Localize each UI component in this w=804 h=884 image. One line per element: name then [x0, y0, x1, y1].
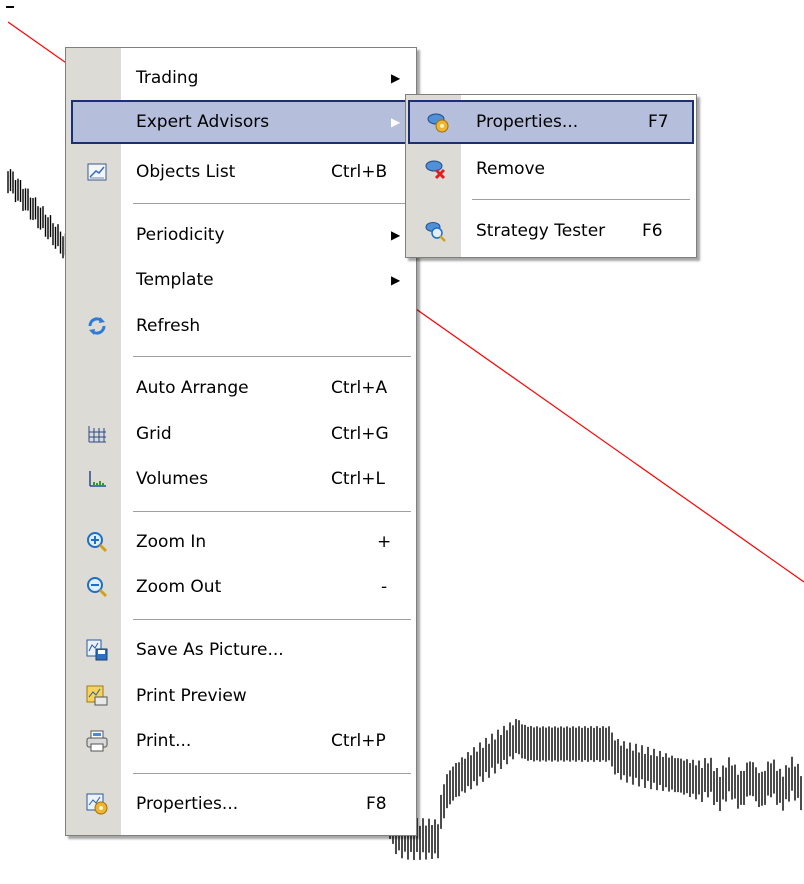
zoom-out-icon [69, 565, 124, 609]
chart-context-menu: Trading ▶ Expert Advisors ▶ Objects List… [65, 47, 417, 836]
zoom-in-icon [69, 520, 124, 564]
submenu-item-label: Strategy Tester [476, 221, 606, 241]
menu-item-label: Expert Advisors [136, 112, 270, 132]
grid-icon [69, 412, 124, 456]
menu-separator [133, 619, 411, 620]
objects-list-icon [69, 150, 124, 194]
menu-item-zoom-out[interactable]: Zoom Out - [69, 565, 415, 609]
menu-separator [133, 203, 411, 204]
menu-item-save-as-picture[interactable]: Save As Picture... [69, 628, 415, 672]
submenu-item-shortcut: F6 [642, 221, 663, 241]
menu-item-shortcut: F8 [366, 794, 387, 814]
save-picture-icon [69, 628, 124, 672]
menu-separator [133, 356, 411, 357]
menu-item-label: Grid [136, 424, 172, 444]
print-preview-icon [69, 674, 124, 718]
expert-advisors-submenu: Properties... F7 Remove Strategy Tester … [405, 94, 697, 258]
submenu-item-label: Remove [476, 159, 545, 179]
submenu-item-properties[interactable]: Properties... F7 [408, 100, 694, 144]
menu-item-shortcut: Ctrl+B [331, 162, 388, 182]
menu-item-shortcut: Ctrl+G [331, 424, 389, 444]
expert-remove-icon [408, 147, 463, 191]
menu-item-label: Properties... [136, 794, 239, 814]
submenu-arrow-icon: ▶ [391, 115, 401, 129]
chart-corner-marker [6, 6, 14, 8]
menu-item-print[interactable]: Print... Ctrl+P [69, 719, 415, 763]
menu-item-print-preview[interactable]: Print Preview [69, 674, 415, 718]
menu-item-objects-list[interactable]: Objects List Ctrl+B [69, 150, 415, 194]
menu-item-refresh[interactable]: Refresh [69, 304, 415, 348]
menu-item-shortcut: + [377, 532, 392, 552]
submenu-item-shortcut: F7 [648, 112, 669, 132]
menu-item-label: Print... [136, 731, 192, 751]
menu-separator [133, 511, 411, 512]
menu-item-label: Auto Arrange [136, 378, 249, 398]
submenu-item-strategy-tester[interactable]: Strategy Tester F6 [408, 209, 694, 253]
submenu-arrow-icon: ▶ [391, 273, 401, 287]
menu-item-zoom-in[interactable]: Zoom In + [69, 520, 415, 564]
menu-item-properties[interactable]: Properties... F8 [69, 782, 415, 826]
menu-item-label: Zoom In [136, 532, 207, 552]
menu-item-label: Objects List [136, 162, 236, 182]
chart-properties-icon [69, 782, 124, 826]
menu-item-shortcut: Ctrl+P [331, 731, 386, 751]
menu-item-shortcut: Ctrl+A [331, 378, 388, 398]
menu-item-shortcut: Ctrl+L [331, 469, 385, 489]
submenu-item-remove[interactable]: Remove [408, 147, 694, 191]
menu-item-periodicity[interactable]: Periodicity ▶ [69, 213, 415, 257]
menu-item-auto-arrange[interactable]: Auto Arrange Ctrl+A [69, 366, 415, 410]
menu-item-trading[interactable]: Trading ▶ [69, 56, 415, 100]
menu-item-expert-advisors[interactable]: Expert Advisors ▶ [71, 100, 413, 144]
menu-item-grid[interactable]: Grid Ctrl+G [69, 412, 415, 456]
submenu-item-label: Properties... [476, 112, 579, 132]
submenu-arrow-icon: ▶ [391, 228, 401, 242]
print-icon [69, 719, 124, 763]
menu-item-template[interactable]: Template ▶ [69, 258, 415, 302]
volumes-icon [69, 457, 124, 501]
menu-item-label: Print Preview [136, 686, 247, 706]
menu-item-label: Refresh [136, 316, 201, 336]
refresh-icon [69, 304, 124, 348]
submenu-arrow-icon: ▶ [391, 71, 401, 85]
expert-properties-icon [410, 102, 465, 142]
menu-item-volumes[interactable]: Volumes Ctrl+L [69, 457, 415, 501]
menu-item-label: Trading [136, 68, 199, 88]
menu-item-label: Zoom Out [136, 577, 222, 597]
menu-item-shortcut: - [381, 577, 388, 597]
menu-item-label: Save As Picture... [136, 640, 284, 660]
menu-item-label: Volumes [136, 469, 209, 489]
menu-separator [133, 773, 411, 774]
menu-item-label: Template [136, 270, 214, 290]
menu-item-label: Periodicity [136, 225, 225, 245]
menu-separator [472, 199, 690, 200]
strategy-tester-icon [408, 209, 463, 253]
